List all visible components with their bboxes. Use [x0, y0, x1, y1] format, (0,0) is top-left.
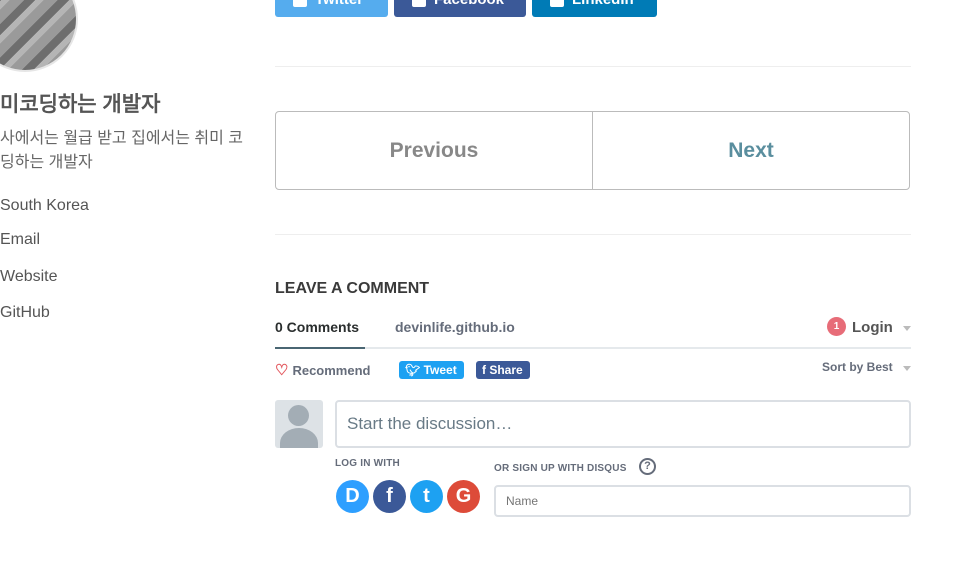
twitter-login-icon[interactable]: t [410, 480, 443, 513]
author-email-link[interactable]: Email [0, 231, 40, 249]
recommend-button[interactable]: ♡ Recommend [275, 361, 370, 379]
log-in-with-label: LOG IN WITH [335, 458, 400, 469]
author-name: 미코딩하는 개발자 [0, 93, 161, 116]
author-location: South Korea [0, 197, 89, 214]
linkedin-icon [550, 0, 564, 8]
share-linkedin-button[interactable]: LinkedIn [532, 0, 657, 17]
section-title: LEAVE A COMMENT [275, 280, 430, 297]
disqus-login-icon[interactable]: D [336, 480, 369, 513]
divider [275, 66, 911, 67]
tab-active-indicator [275, 347, 365, 349]
sign-up-label: OR SIGN UP WITH DISQUS [494, 463, 627, 474]
user-avatar [275, 400, 323, 448]
author-github-link[interactable]: GitHub [0, 304, 50, 322]
pagination: Previous Next [275, 111, 910, 190]
notification-badge[interactable]: 1 [827, 317, 846, 336]
login-button[interactable]: Login [852, 319, 893, 336]
facebook-icon [412, 0, 426, 8]
tab-bar-line [275, 347, 911, 349]
next-button[interactable]: Next [593, 112, 909, 189]
divider [275, 234, 911, 235]
google-login-icon[interactable]: G [447, 480, 480, 513]
previous-button[interactable]: Previous [276, 112, 593, 189]
author-avatar [0, 0, 78, 72]
author-bio: 사에서는 월급 받고 집에서는 취미 코딩하는 개발자 [0, 130, 244, 171]
tab-community[interactable]: devinlife.github.io [395, 319, 515, 335]
facebook-share-button[interactable]: f Share [476, 361, 530, 379]
facebook-login-icon[interactable]: f [373, 480, 406, 513]
heart-icon: ♡ [275, 362, 289, 379]
tweet-button[interactable]: 🐦︎ Tweet [399, 361, 464, 379]
share-facebook-button[interactable]: Facebook [394, 0, 526, 17]
sort-dropdown[interactable]: Sort by Best [822, 360, 893, 374]
twitter-icon: 🐦︎ [405, 363, 424, 377]
name-input[interactable] [494, 485, 911, 517]
author-website-link[interactable]: Website [0, 268, 58, 286]
twitter-icon [293, 0, 307, 8]
tab-comments[interactable]: 0 Comments [275, 319, 359, 335]
comment-textarea[interactable]: Start the discussion… [335, 400, 911, 448]
chevron-down-icon [903, 366, 911, 371]
share-twitter-button[interactable]: Twitter [275, 0, 388, 17]
help-icon[interactable]: ? [639, 458, 656, 475]
chevron-down-icon [903, 326, 911, 331]
